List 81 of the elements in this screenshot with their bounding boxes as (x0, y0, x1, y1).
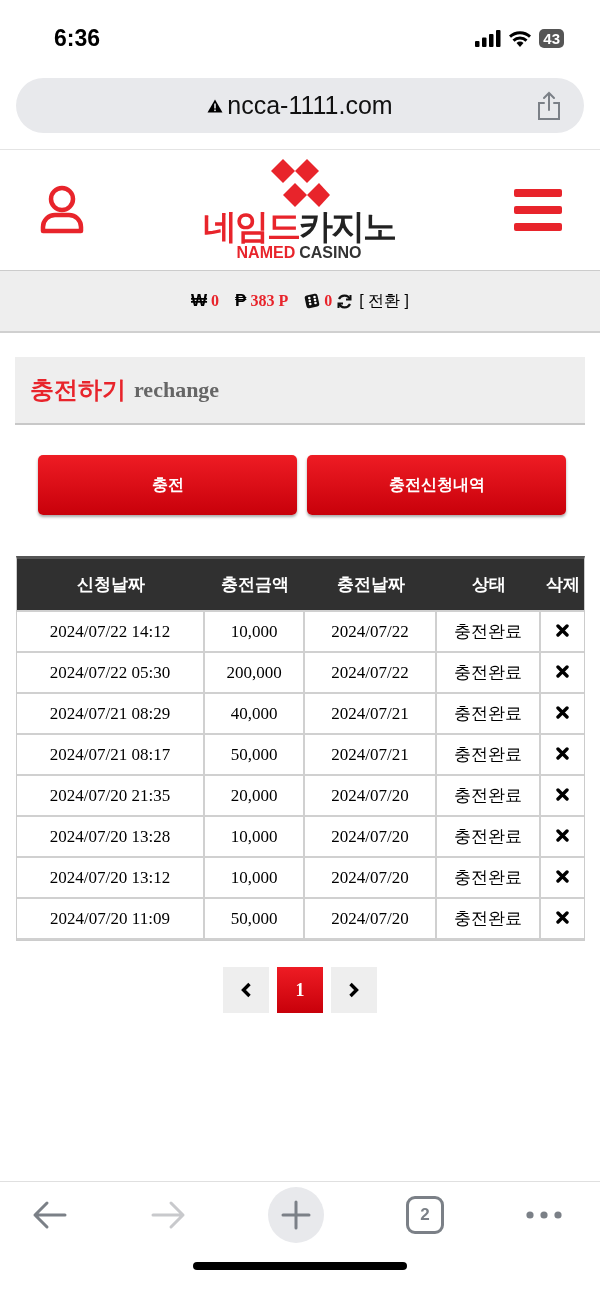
charge-button[interactable]: 충전 (38, 455, 297, 515)
delete-icon[interactable] (556, 705, 569, 719)
column-header: 충전금액 (205, 559, 305, 610)
previous-page-button[interactable] (223, 967, 269, 1013)
warning-icon (207, 98, 224, 113)
delete-icon[interactable] (556, 623, 569, 637)
chevron-right-icon (348, 982, 360, 998)
wifi-icon (508, 29, 533, 47)
currency-symbol: ₩ (191, 291, 208, 311)
chip-balance: 0 (324, 292, 333, 310)
signal-icon (475, 29, 502, 47)
section-subtitle: rechange (134, 377, 220, 403)
delete-icon[interactable] (556, 828, 569, 842)
back-icon[interactable] (32, 1200, 68, 1230)
next-page-button[interactable] (331, 967, 377, 1013)
address-bar[interactable]: ncca-1111.com (16, 78, 584, 133)
table-cell: 2024/07/20 (305, 858, 437, 899)
refresh-icon[interactable] (336, 292, 354, 310)
delete-icon[interactable] (556, 787, 569, 801)
table-cell: 50,000 (205, 899, 305, 940)
history-button[interactable]: 충전신청내역 (307, 455, 566, 515)
dice-icon (304, 293, 321, 309)
column-header: 상태 (437, 559, 541, 610)
table-cell: 2024/07/21 08:29 (17, 694, 205, 735)
page-button[interactable]: 1 (277, 967, 323, 1013)
table-cell: 충전완료 (437, 817, 541, 858)
logo-text: 네임드 (203, 207, 299, 245)
table-cell: 200,000 (205, 653, 305, 694)
table-cell: 충전완료 (437, 776, 541, 817)
url-text: ncca-1111.com (227, 91, 393, 120)
table-cell: 2024/07/20 (305, 899, 437, 940)
table-cell: 10,000 (205, 610, 305, 653)
chevron-left-icon (240, 982, 252, 998)
logo-text: 카지노 (299, 207, 395, 245)
switch-link[interactable]: [ 전환 ] (359, 290, 409, 312)
table-cell: 충전완료 (437, 694, 541, 735)
logo-subtext: CASINO (299, 244, 362, 262)
table-cell: 2024/07/20 (305, 776, 437, 817)
delete-icon[interactable] (556, 664, 569, 678)
battery-level: 43 (539, 28, 564, 48)
table-cell: 10,000 (205, 817, 305, 858)
table-cell: 2024/07/22 05:30 (17, 653, 205, 694)
point-symbol: ₱ (235, 291, 247, 311)
share-icon[interactable] (536, 90, 562, 121)
table-cell: 충전완료 (437, 610, 541, 653)
section-title: 충전하기 (30, 375, 126, 405)
status-time: 6:36 (54, 24, 101, 52)
menu-icon[interactable] (514, 189, 562, 231)
table-cell: 충전완료 (437, 653, 541, 694)
table-cell: 2024/07/20 13:12 (17, 858, 205, 899)
table-cell: 10,000 (205, 858, 305, 899)
table-cell: 50,000 (205, 735, 305, 776)
user-icon[interactable] (40, 185, 84, 235)
won-balance: 0 (211, 292, 220, 310)
delete-icon[interactable] (556, 869, 569, 883)
table-cell: 충전완료 (437, 899, 541, 940)
table-cell: 2024/07/20 13:28 (17, 817, 205, 858)
delete-icon[interactable] (556, 910, 569, 924)
more-icon[interactable] (526, 1210, 562, 1220)
column-header: 신청날짜 (17, 559, 205, 610)
table-cell: 2024/07/21 (305, 735, 437, 776)
column-header: 삭제 (541, 559, 584, 610)
plus-icon (281, 1200, 311, 1230)
tabs-button[interactable]: 2 (406, 1196, 444, 1234)
new-tab-button[interactable] (268, 1187, 324, 1243)
delete-icon[interactable] (556, 746, 569, 760)
point-balance: 383 P (250, 292, 289, 310)
table-cell: 2024/07/20 (305, 817, 437, 858)
table-cell: 2024/07/22 (305, 610, 437, 653)
table-cell: 충전완료 (437, 858, 541, 899)
table-cell: 충전완료 (437, 735, 541, 776)
table-cell: 2024/07/20 11:09 (17, 899, 205, 940)
table-cell: 2024/07/20 21:35 (17, 776, 205, 817)
table-cell: 2024/07/21 (305, 694, 437, 735)
table-cell: 2024/07/22 (305, 653, 437, 694)
table-cell: 40,000 (205, 694, 305, 735)
table-cell: 2024/07/22 14:12 (17, 610, 205, 653)
table-cell: 20,000 (205, 776, 305, 817)
column-header: 충전날짜 (305, 559, 437, 610)
logo-subtext: NAMED (236, 244, 296, 262)
table-cell: 2024/07/21 08:17 (17, 735, 205, 776)
